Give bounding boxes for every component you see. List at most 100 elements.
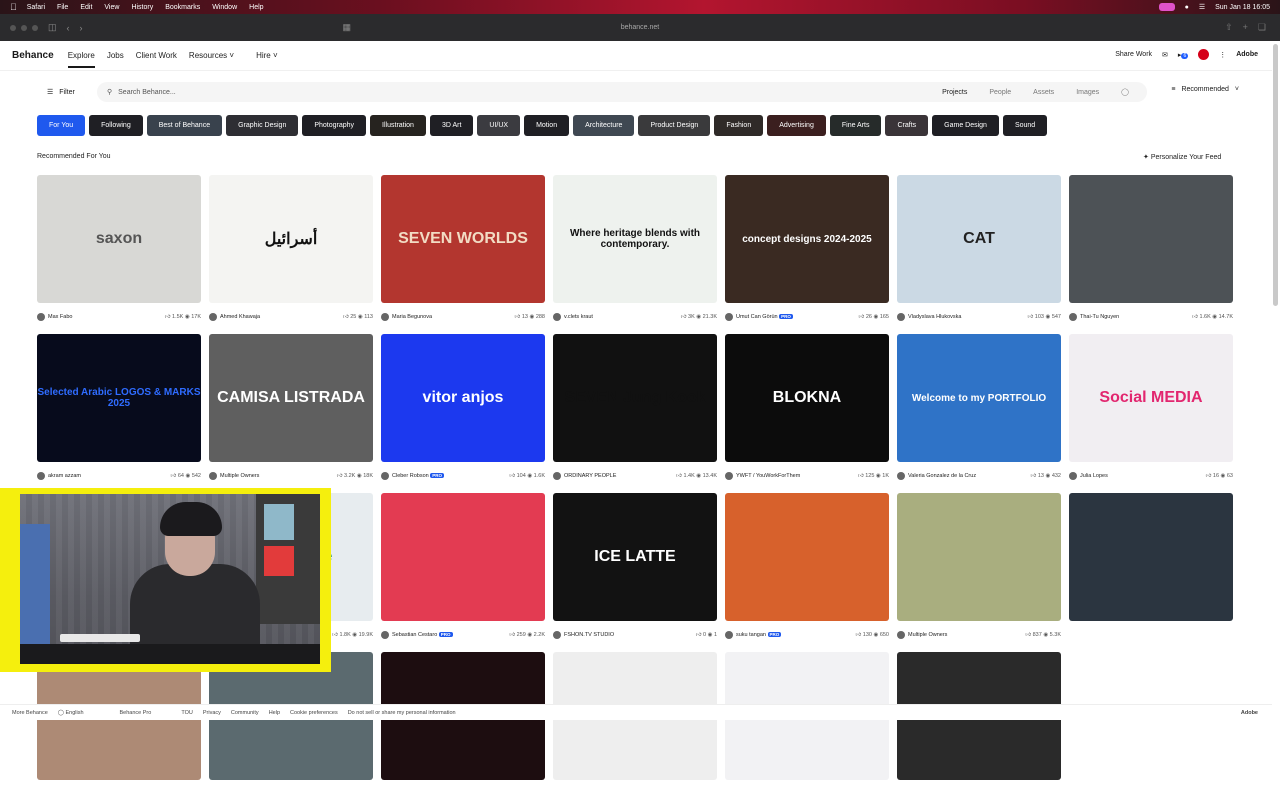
screen-recording-icon[interactable] (1158, 3, 1175, 11)
category-following[interactable]: Following (89, 115, 143, 136)
project-card[interactable]: Thai-Tu Nguyen 👍︎ 1.6K ◉ 14.7K (1069, 175, 1233, 334)
owner-name[interactable]: Multiple Owners (220, 473, 334, 479)
menu-bookmarks[interactable]: Bookmarks (165, 4, 200, 11)
category-product-design[interactable]: Product Design (638, 115, 711, 136)
project-card[interactable]: Where heritage blends with contemporary.… (553, 175, 717, 334)
control-center-icon[interactable]: ☰ (1199, 3, 1205, 11)
owner-name[interactable]: Vladyslava Hlukovska (908, 314, 1024, 320)
mail-icon[interactable]: ✉ (1162, 51, 1168, 59)
project-card[interactable] (381, 652, 545, 811)
search-input[interactable]: ⚲ Search Behance... Projects People Asse… (97, 82, 1147, 102)
footer-tou[interactable]: TOU (181, 710, 193, 716)
category-game-design[interactable]: Game Design (932, 115, 999, 136)
menu-history[interactable]: History (131, 4, 153, 11)
menu-safari[interactable]: Safari (27, 4, 45, 11)
owner-name[interactable]: Max Fabo (48, 314, 162, 320)
owner-avatar[interactable] (37, 471, 45, 480)
project-card[interactable]: concept designs 2024-2025 Umut Can Görün … (725, 175, 889, 334)
user-avatar[interactable] (1198, 49, 1210, 60)
project-card[interactable]: SEVEN Jung Kook ORDINARY PEOPLE 👍︎ 1.4K ◉ … (553, 334, 717, 493)
owner-avatar[interactable] (381, 630, 389, 639)
project-thumbnail[interactable]: CAMISA LISTRADA (209, 334, 373, 462)
notifications-icon[interactable]: ▸ 6 (1178, 51, 1189, 59)
new-tab-icon[interactable]: + (1243, 22, 1248, 33)
project-card[interactable]: BLOKNA YWFT / YouWorkForThem 👍︎ 125 ◉ 1K (725, 334, 889, 493)
project-card[interactable]: أسرائيل Ahmed Khawaja 👍︎ 25 ◉ 113 (209, 175, 373, 334)
owner-avatar[interactable] (553, 630, 561, 639)
owner-avatar[interactable] (381, 471, 389, 480)
adobe-logo[interactable]: Adobe (1236, 51, 1258, 58)
menu-file[interactable]: File (57, 4, 68, 11)
owner-name[interactable]: Umut Can Görün PRO (736, 313, 856, 320)
project-thumbnail[interactable]: CAT (897, 175, 1061, 303)
personalize-feed-button[interactable]: ✦ Personalize Your Feed (1143, 153, 1221, 161)
share-icon[interactable]: ⇧ (1225, 22, 1233, 33)
project-card[interactable]: CAT Vladyslava Hlukovska 👍︎ 103 ◉ 547 (897, 175, 1061, 334)
tab-images[interactable]: Images (1076, 89, 1099, 96)
owner-avatar[interactable] (1069, 471, 1077, 480)
category-photography[interactable]: Photography (302, 115, 367, 136)
footer-cookie-preferences[interactable]: Cookie preferences (290, 710, 338, 716)
project-card[interactable] (1069, 493, 1233, 652)
owner-name[interactable]: Sebastian Cestaro PRO (392, 631, 506, 638)
project-card[interactable] (897, 652, 1061, 811)
menu-edit[interactable]: Edit (80, 4, 92, 11)
owner-name[interactable]: suku tangan PRO (736, 631, 852, 638)
category-motion[interactable]: Motion (524, 115, 570, 136)
owner-name[interactable]: YWFT / YouWorkForThem (736, 473, 855, 479)
back-icon[interactable]: ‹ (67, 23, 70, 33)
project-card[interactable]: ICE LATTE FSHON.TV STUDIO 👍︎ 0 ◉ 1 (553, 493, 717, 652)
project-thumbnail[interactable]: أسرائيل (209, 175, 373, 303)
project-thumbnail[interactable]: vitor anjos (381, 334, 545, 462)
project-card[interactable]: Welcome to my PORTFOLIO Valeria Gonzalez … (897, 334, 1061, 493)
owner-avatar[interactable] (897, 312, 905, 321)
project-thumbnail[interactable] (725, 493, 889, 621)
owner-avatar[interactable] (725, 630, 733, 639)
category-for-you[interactable]: For You (37, 115, 86, 136)
menu-help[interactable]: Help (249, 4, 263, 11)
owner-avatar[interactable] (209, 312, 217, 321)
owner-avatar[interactable] (897, 471, 905, 480)
category-advertising[interactable]: Advertising (767, 115, 826, 136)
project-thumbnail[interactable]: Social MEDIA (1069, 334, 1233, 462)
project-thumbnail[interactable] (897, 493, 1061, 621)
minimize-window-button[interactable] (21, 24, 27, 31)
owner-name[interactable]: ORDINARY PEOPLE (564, 473, 673, 479)
owner-avatar[interactable] (725, 471, 733, 480)
sidebar-toggle-icon[interactable]: ◫ (48, 22, 57, 33)
owner-name[interactable]: Multiple Owners (908, 632, 1022, 638)
project-thumbnail[interactable] (1069, 493, 1233, 621)
project-thumbnail[interactable]: Welcome to my PORTFOLIO (897, 334, 1061, 462)
tab-projects[interactable]: Projects (942, 89, 967, 96)
category-fine-arts[interactable]: Fine Arts (829, 115, 882, 136)
category-sound[interactable]: Sound (1002, 115, 1048, 136)
forward-icon[interactable]: › (80, 23, 83, 33)
category-crafts[interactable]: Crafts (885, 115, 929, 136)
project-card[interactable]: HAMMOCK (553, 652, 717, 811)
tabs-icon[interactable]: ❏ (1258, 22, 1266, 33)
project-card[interactable]: vitor anjos Cleber Robson PRO 👍︎ 104 ◉ 1.6… (381, 334, 545, 493)
filter-button[interactable]: ☰ Filter (37, 82, 97, 102)
project-thumbnail[interactable] (381, 493, 545, 621)
footer-privacy[interactable]: Privacy (203, 710, 221, 716)
owner-avatar[interactable] (553, 312, 561, 321)
tab-people[interactable]: People (989, 89, 1011, 96)
menu-window[interactable]: Window (212, 4, 237, 11)
project-card[interactable]: CAMISA LISTRADA Multiple Owners 👍︎ 3.2K ◉ … (209, 334, 373, 493)
sort-dropdown[interactable]: ≡ Recommended ˅ (1171, 86, 1239, 93)
project-thumbnail[interactable]: Where heritage blends with contemporary. (553, 175, 717, 303)
owner-name[interactable]: FSHON.TV STUDIO (564, 632, 693, 638)
nav-jobs[interactable]: Jobs (107, 51, 124, 60)
tab-overview-icon[interactable]: ▦ (343, 22, 352, 33)
wifi-icon[interactable]: ● (1185, 4, 1189, 11)
category-illustration[interactable]: Illustration (370, 115, 426, 136)
owner-avatar[interactable] (725, 312, 733, 321)
apple-icon[interactable]:  (10, 2, 17, 12)
clock[interactable]: Sun Jan 18 16:05 (1215, 4, 1270, 11)
project-thumbnail[interactable]: concept designs 2024-2025 (725, 175, 889, 303)
project-card[interactable]: SEVEN WORLDS Maria Begunova 👍︎ 13 ◉ 288 (381, 175, 545, 334)
owner-name[interactable]: Maria Begunova (392, 314, 512, 320)
image-search-icon[interactable]: ◯ (1121, 88, 1129, 96)
project-card[interactable]: saxon Max Fabo 👍︎ 1.5K ◉ 17K (37, 175, 201, 334)
owner-name[interactable]: akram azzam (48, 473, 168, 479)
